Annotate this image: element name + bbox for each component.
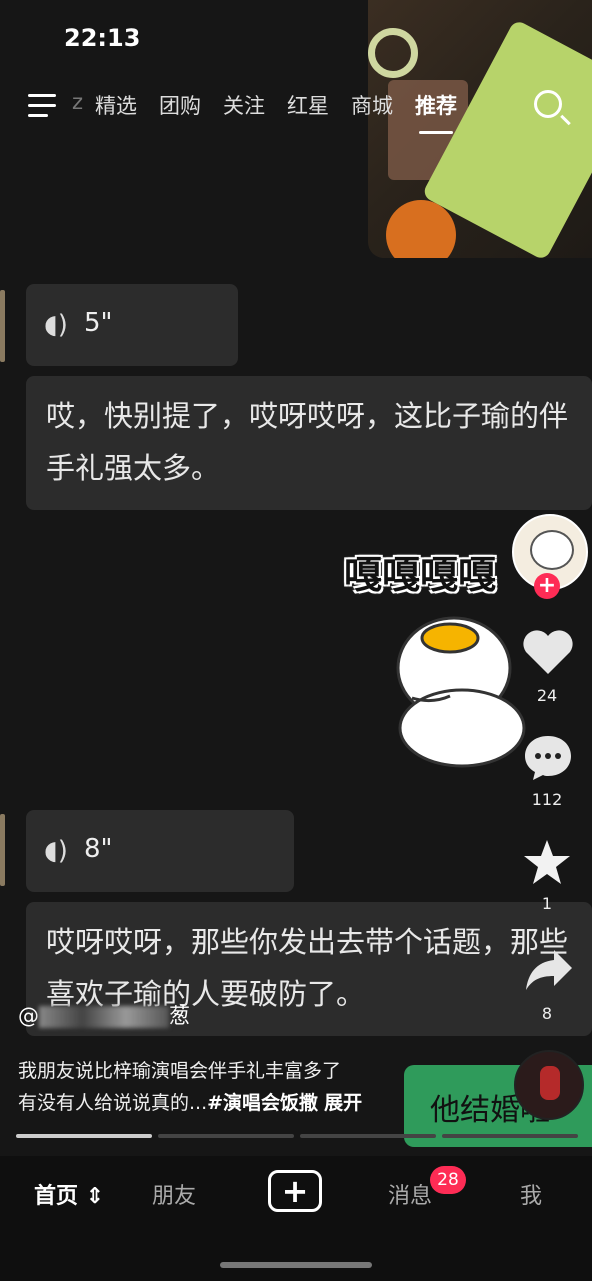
author-name-visible: 葱 (169, 1004, 190, 1028)
status-time: 22:13 (64, 24, 141, 52)
share-count: 8 (541, 1004, 553, 1023)
messages-badge: 28 (430, 1166, 466, 1194)
tab-tuijian[interactable]: 推荐 (415, 90, 457, 134)
tab-hongxing[interactable]: 红星 (287, 90, 329, 120)
tab-home[interactable]: 首页 ⇕ (34, 1178, 104, 1210)
favorite-count: 1 (541, 894, 553, 913)
voice-wave-icon: ◖) (44, 836, 68, 866)
hashtag-link[interactable]: #演唱会饭撒 (207, 1092, 318, 1114)
voice-wave-icon: ◖) (44, 310, 68, 340)
comment-icon[interactable] (522, 732, 574, 782)
tab-shangcheng[interactable]: 商城 (351, 90, 393, 120)
follow-button[interactable]: + (534, 573, 560, 599)
star-icon[interactable] (522, 838, 572, 886)
post-description: 我朋友说比梓瑜演唱会伴手礼丰富多了 (18, 1060, 342, 1082)
top-tabs: z 精选 团购 关注 红星 商城 推荐 (72, 90, 479, 134)
voice-duration: 5" (84, 308, 113, 338)
duck-sticker (396, 616, 526, 768)
tab-tuangou[interactable]: 团购 (159, 90, 201, 120)
author-name[interactable]: @ 葱 (18, 1000, 190, 1030)
tab-jingxuan[interactable]: 精选 (95, 90, 137, 120)
description-text: 有没有人给说说真的... (18, 1092, 208, 1114)
post-description-line2: 有没有人给说说真的...#演唱会饭撒 展开 (18, 1088, 362, 1115)
like-count: 24 (536, 686, 558, 705)
share-icon[interactable] (524, 948, 574, 992)
sender-avatar-edge (0, 814, 5, 886)
heart-icon[interactable] (522, 628, 574, 676)
video-photo (368, 0, 592, 258)
chat-message: 哎，快别提了，哎呀哎呀，这比子瑜的伴手礼强太多。 (26, 376, 592, 510)
voice-duration: 8" (84, 834, 113, 864)
ad-avatar[interactable] (514, 1050, 584, 1120)
menu-icon[interactable] (28, 94, 56, 124)
author-name-blurred (39, 1006, 169, 1028)
comment-count: 112 (531, 790, 563, 809)
voice-message: ◖) 8" (26, 810, 294, 892)
tab-guanzhu[interactable]: 关注 (223, 90, 265, 120)
voice-message: ◖) 5" (26, 284, 238, 366)
sender-avatar-edge (0, 290, 5, 362)
video-progress[interactable] (16, 1134, 578, 1138)
sticker-text: 嘎嘎嘎嘎 (344, 553, 497, 597)
tab-me[interactable]: 我 (520, 1178, 542, 1210)
tab-partial[interactable]: z (72, 90, 83, 120)
expand-button[interactable]: 展开 (324, 1092, 362, 1114)
author-at: @ (18, 1004, 39, 1028)
create-button[interactable]: + (268, 1170, 322, 1212)
tab-friends[interactable]: 朋友 (152, 1178, 196, 1210)
home-indicator (220, 1262, 372, 1268)
tab-messages[interactable]: 消息 (388, 1178, 432, 1210)
search-icon[interactable] (534, 90, 562, 118)
